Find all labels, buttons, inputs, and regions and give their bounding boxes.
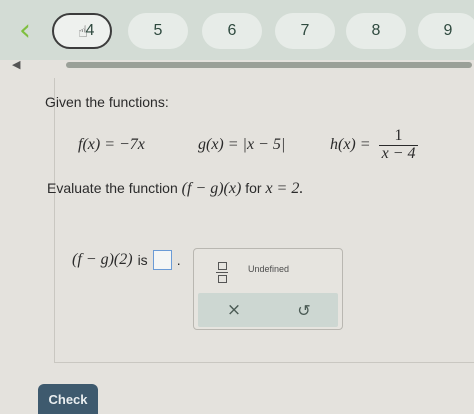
answer-period: . xyxy=(176,252,181,268)
answer-expression: (f − g)(2) xyxy=(72,251,133,268)
fraction-denominator-slot-icon xyxy=(217,274,227,283)
question-prompt: Given the functions: xyxy=(45,94,169,110)
function-g: g(x) = |x − 5| xyxy=(198,136,286,153)
palette-footer: × ↺ xyxy=(198,293,338,327)
question-pill-8[interactable]: 8 xyxy=(346,13,406,49)
fraction-bar-icon xyxy=(216,271,228,273)
function-h-denominator: x − 4 xyxy=(378,144,419,163)
evaluate-prefix: Evaluate the function xyxy=(47,180,178,196)
answer-line: (f − g)(2) is . xyxy=(72,250,181,270)
clear-icon[interactable]: × xyxy=(219,298,249,322)
question-pill-5[interactable]: 5 xyxy=(128,13,188,49)
hand-cursor-icon: ☝ xyxy=(78,22,88,41)
question-pill-label: 8 xyxy=(371,22,381,39)
question-pill-label: 7 xyxy=(300,22,310,39)
undefined-button[interactable]: Undefined xyxy=(248,264,289,274)
undo-icon[interactable]: ↺ xyxy=(289,298,319,322)
question-pill-label: 6 xyxy=(227,22,237,39)
fraction-numerator-slot-icon xyxy=(217,261,227,270)
function-h-lhs: h(x) = xyxy=(330,135,371,153)
collapse-triangle-icon[interactable]: ◀ xyxy=(12,58,20,71)
answer-is-label: is xyxy=(137,252,148,268)
question-pill-9[interactable]: 9 xyxy=(418,13,474,49)
question-nav-bar: ‹ 4 ☝ 5 6 7 8 9 xyxy=(0,0,474,60)
back-arrow-icon[interactable]: ‹ xyxy=(10,12,40,48)
evaluate-instruction: Evaluate the function (f − g)(x) for x =… xyxy=(47,180,303,198)
question-pill-label: 5 xyxy=(153,22,163,39)
question-pill-label: 9 xyxy=(443,22,453,39)
answer-input[interactable] xyxy=(152,250,172,270)
function-f: f(x) = −7x xyxy=(78,136,145,153)
evaluate-for: for xyxy=(245,180,262,196)
evaluate-condition: x = 2. xyxy=(265,180,304,197)
progress-bar xyxy=(66,62,472,68)
function-h-numerator: 1 xyxy=(394,127,403,144)
question-pill-6[interactable]: 6 xyxy=(202,13,262,49)
evaluate-expression: (f − g)(x) xyxy=(181,180,242,197)
math-palette: Undefined × ↺ xyxy=(193,248,343,330)
fraction-button[interactable] xyxy=(212,259,232,285)
function-h-fraction: 1 x − 4 xyxy=(378,127,419,163)
check-button[interactable]: Check xyxy=(38,384,98,414)
question-pill-7[interactable]: 7 xyxy=(275,13,335,49)
function-h: h(x) = 1 x − 4 xyxy=(330,127,419,163)
